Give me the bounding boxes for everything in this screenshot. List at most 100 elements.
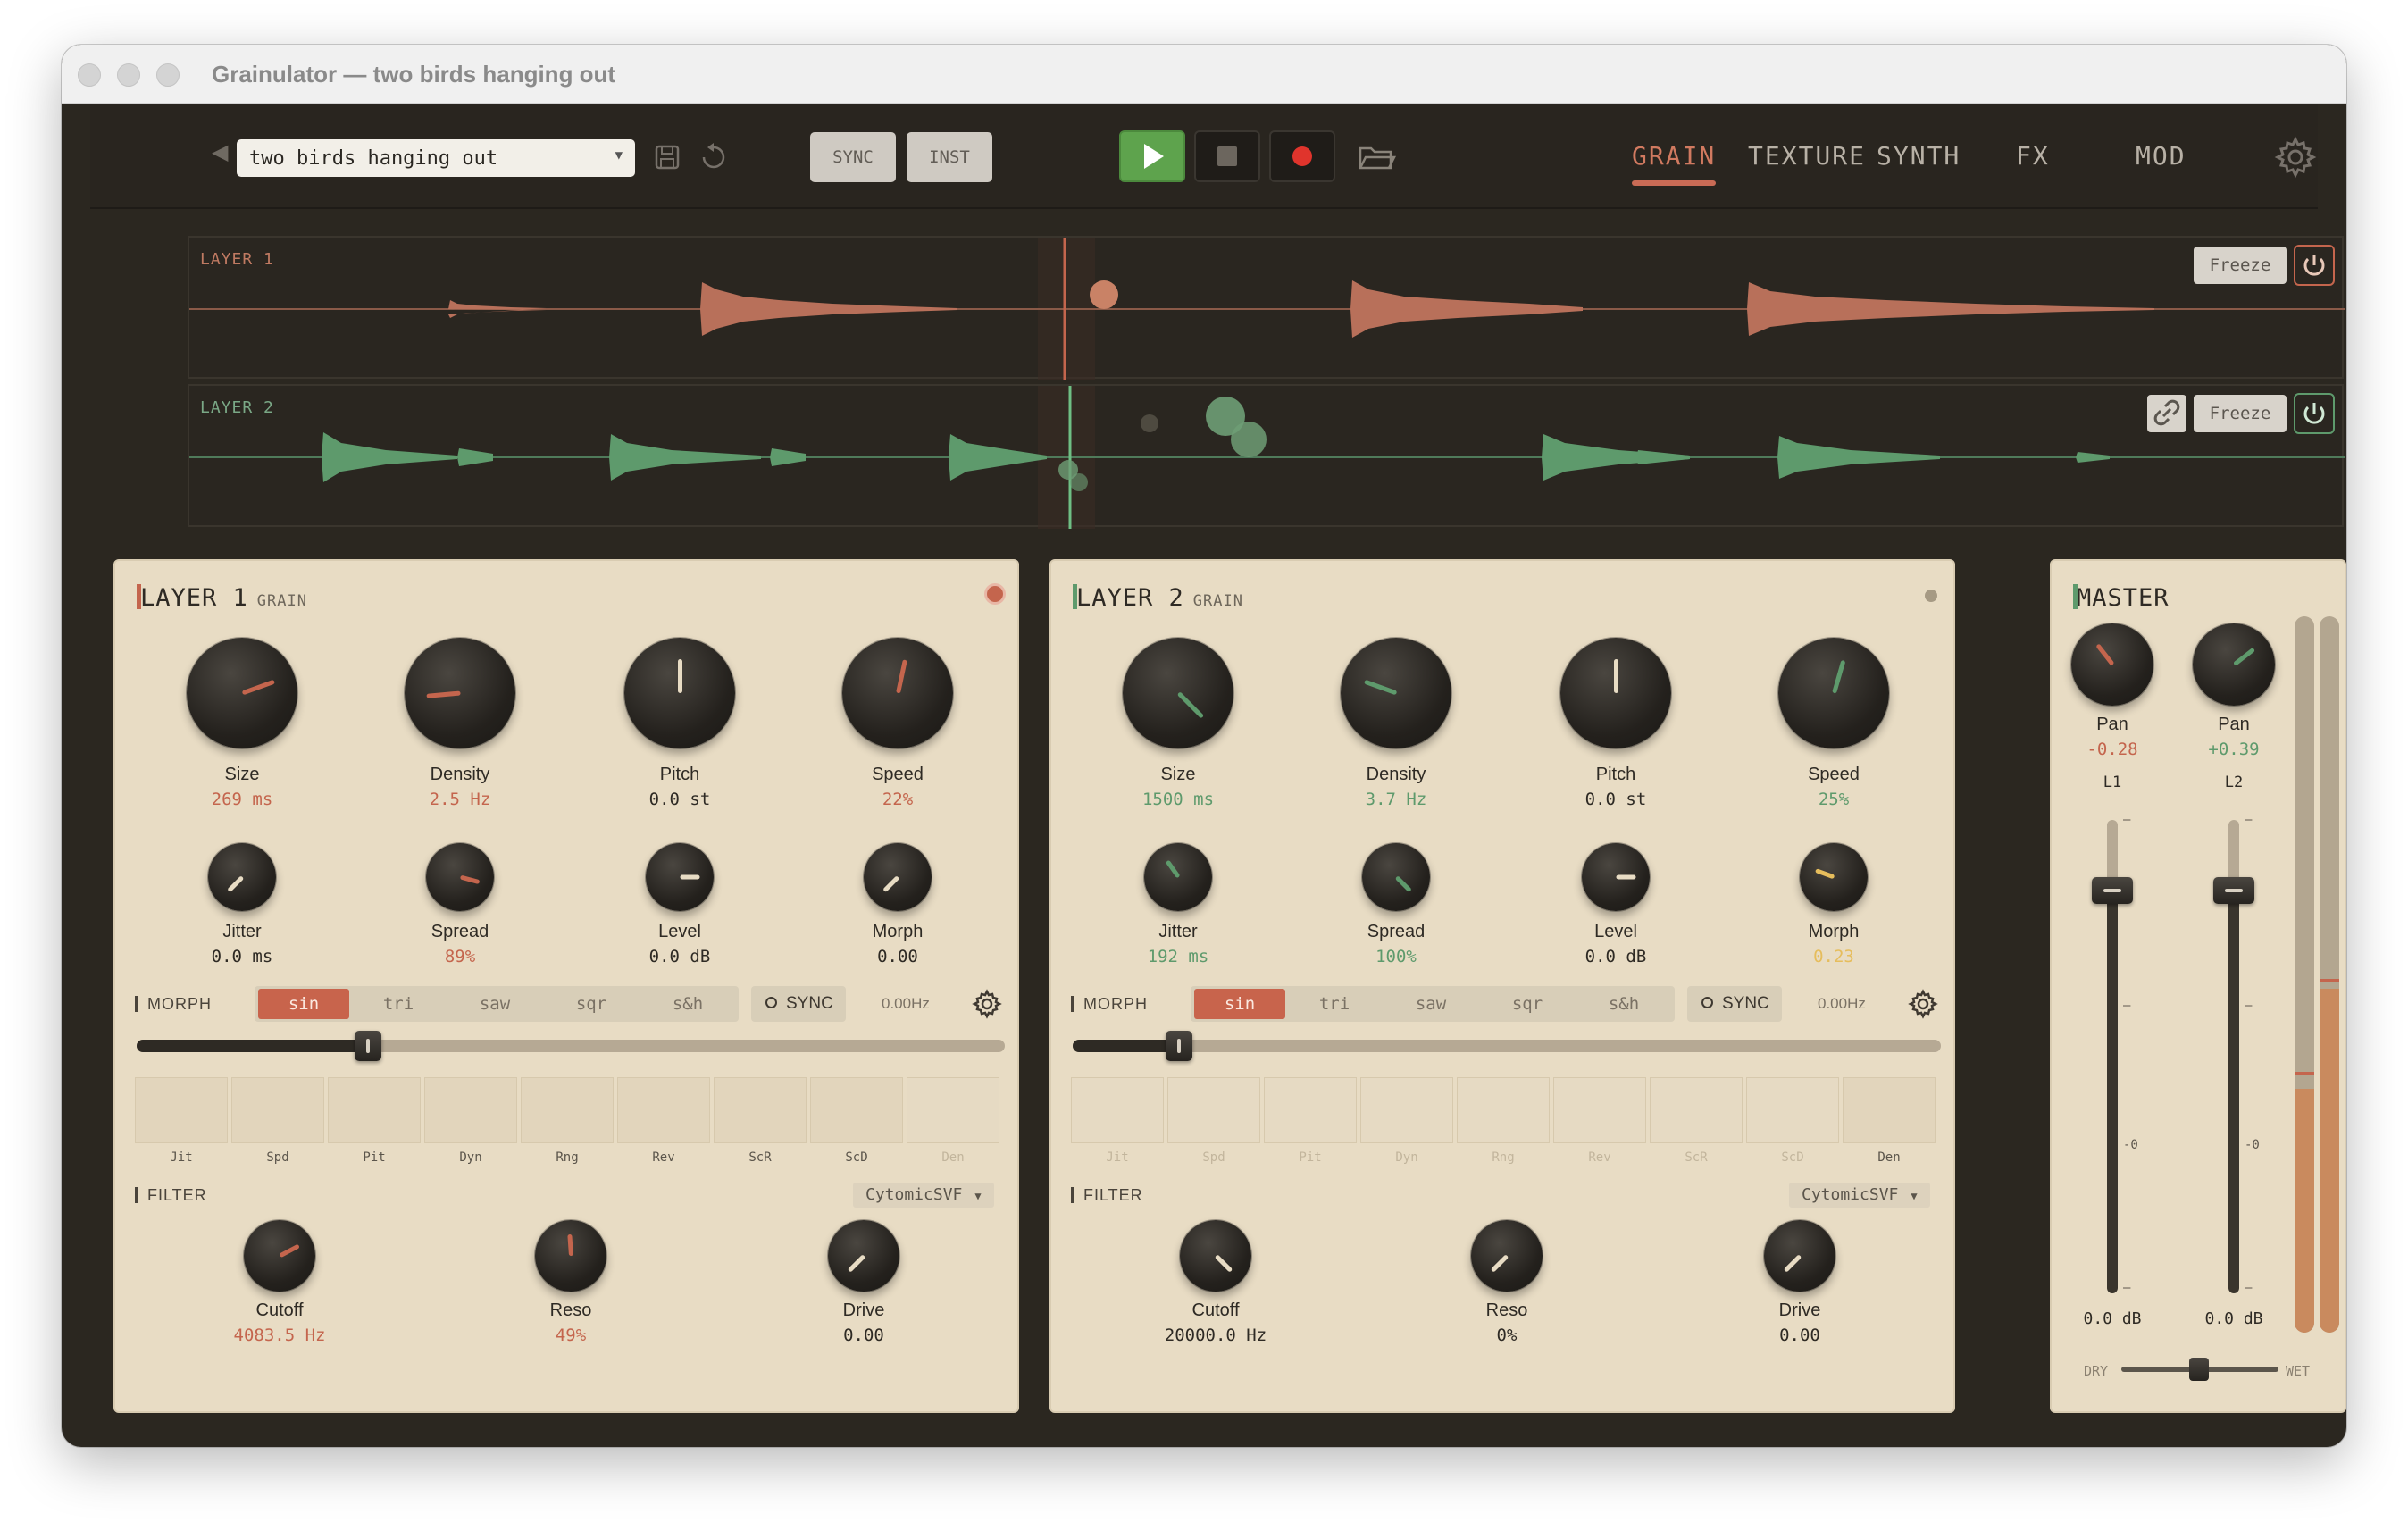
tab-mod[interactable]: MOD <box>2136 141 2186 171</box>
open-folder-icon[interactable] <box>1355 138 1398 177</box>
mod-label: Spd <box>1202 1150 1225 1165</box>
layer2-wave-saw[interactable]: saw <box>1385 989 1476 1019</box>
zoom-window-button[interactable] <box>156 63 180 87</box>
layer2-filter-type-dropdown[interactable]: CytomicSVF ▼ <box>1789 1183 1930 1208</box>
tab-fx[interactable]: FX <box>2016 141 2050 171</box>
layer2-wave-sin[interactable]: sin <box>1194 989 1285 1019</box>
previous-preset-icon[interactable]: ◀ <box>212 139 228 165</box>
layer2-mod-cell[interactable] <box>1360 1077 1453 1143</box>
layer2-waveform[interactable]: LAYER 2 Freeze <box>188 384 2345 529</box>
layer2-mod-cell[interactable] <box>1843 1077 1936 1143</box>
play-button[interactable] <box>1119 130 1185 182</box>
layer1-waveform[interactable]: LAYER 1 Freeze <box>188 236 2345 380</box>
layer2-morph-slider-track[interactable] <box>1073 1040 1941 1052</box>
layer1-drive-knob[interactable] <box>828 1220 899 1292</box>
layer2-mod-cell[interactable] <box>1746 1077 1839 1143</box>
tab-grain[interactable]: GRAIN <box>1632 141 1716 171</box>
layer2-mod-cell[interactable] <box>1264 1077 1357 1143</box>
master-pan-l2-knob[interactable] <box>2193 623 2275 706</box>
layer1-morph-sync-toggle[interactable]: SYNC <box>751 986 846 1022</box>
layer2-drive-knob[interactable] <box>1764 1220 1835 1292</box>
layer1-wave-sqr[interactable]: sqr <box>546 989 637 1019</box>
layer1-morph-slider-thumb[interactable] <box>355 1031 381 1061</box>
master-pan-l1-knob[interactable] <box>2071 623 2153 706</box>
layer1-reso-value: 49% <box>555 1325 587 1345</box>
sync-button[interactable]: SYNC <box>810 132 896 182</box>
layer1-size-knob[interactable] <box>187 638 297 748</box>
layer2-wave-sh[interactable]: s&h <box>1578 989 1669 1019</box>
layer1-wave-sin[interactable]: sin <box>258 989 349 1019</box>
layer1-pitch-value: 0.0 st <box>648 790 711 809</box>
mod-label: Jit <box>170 1150 193 1165</box>
layer1-mod-cell[interactable] <box>521 1077 614 1143</box>
layer2-size-knob[interactable] <box>1123 638 1233 748</box>
save-icon[interactable] <box>649 138 685 177</box>
layer1-morph-knob[interactable] <box>864 843 932 911</box>
layer1-mod-cell[interactable] <box>907 1077 999 1143</box>
layer1-wave-sh[interactable]: s&h <box>642 989 733 1019</box>
layer1-cutoff-knob[interactable] <box>244 1220 315 1292</box>
layer2-pitch-knob[interactable] <box>1560 638 1671 748</box>
layer2-morph-knob[interactable] <box>1800 843 1868 911</box>
layer1-mod-cell[interactable] <box>424 1077 517 1143</box>
layer1-freeze-button[interactable]: Freeze <box>2194 247 2287 284</box>
layer2-mod-cell[interactable] <box>1167 1077 1260 1143</box>
layer1-reso-knob[interactable] <box>535 1220 606 1292</box>
tab-texture[interactable]: TEXTURE <box>1748 141 1866 171</box>
layer1-mod-cell[interactable] <box>810 1077 903 1143</box>
layer2-mod-cell[interactable] <box>1071 1077 1164 1143</box>
layer1-speed-knob[interactable] <box>842 638 953 748</box>
master-dry-wet-thumb[interactable] <box>2189 1358 2209 1381</box>
layer2-morph-sync-toggle[interactable]: SYNC <box>1687 986 1782 1022</box>
layer2-power-button[interactable] <box>2294 393 2335 434</box>
layer1-pitch-knob[interactable] <box>624 638 735 748</box>
layer2-density-knob[interactable] <box>1341 638 1451 748</box>
layer2-freeze-button[interactable]: Freeze <box>2194 395 2287 432</box>
record-button[interactable] <box>1269 130 1335 182</box>
layer2-panel: LAYER 2 GRAIN Size 1500 ms Density 3.7 Hz… <box>1049 559 1955 1413</box>
revert-icon[interactable] <box>696 138 732 177</box>
layer2-wave-tri[interactable]: tri <box>1289 989 1380 1019</box>
layer1-spread-knob[interactable] <box>426 843 494 911</box>
mod-label: Rev <box>1588 1150 1611 1165</box>
layer1-mod-cell[interactable] <box>231 1077 324 1143</box>
master-fader-l1-thumb[interactable] <box>2092 877 2133 904</box>
layer1-morph-settings-gear-icon[interactable] <box>971 988 1003 1020</box>
layer1-mod-cell[interactable] <box>328 1077 421 1143</box>
layer2-speed-knob[interactable] <box>1778 638 1889 748</box>
layer1-mod-cell[interactable] <box>617 1077 710 1143</box>
tab-synth[interactable]: SYNTH <box>1877 141 1961 171</box>
layer2-spread-knob[interactable] <box>1362 843 1430 911</box>
layer2-mod-cell[interactable] <box>1650 1077 1743 1143</box>
layer2-mod-cell[interactable] <box>1457 1077 1550 1143</box>
layer1-morph-section-label: MORPH <box>135 995 212 1014</box>
layer2-cutoff-knob[interactable] <box>1180 1220 1251 1292</box>
layer1-jitter-knob[interactable] <box>208 843 276 911</box>
layer1-power-button[interactable] <box>2294 245 2335 286</box>
layer2-morph-slider-thumb[interactable] <box>1166 1031 1192 1061</box>
close-window-button[interactable] <box>78 63 101 87</box>
preset-selector[interactable]: two birds hanging out ▼ <box>237 139 635 177</box>
layer1-level-knob[interactable] <box>646 843 714 911</box>
settings-gear-icon[interactable] <box>2272 134 2319 180</box>
layer2-mod-cell[interactable] <box>1553 1077 1646 1143</box>
master-fader-l2-thumb[interactable] <box>2213 877 2254 904</box>
layer2-morph-settings-gear-icon[interactable] <box>1907 988 1939 1020</box>
layer2-density-value: 3.7 Hz <box>1365 790 1427 809</box>
minimize-window-button[interactable] <box>117 63 140 87</box>
layer2-jitter-knob[interactable] <box>1144 843 1212 911</box>
layer2-reso-knob[interactable] <box>1471 1220 1543 1292</box>
layer1-filter-type-dropdown[interactable]: CytomicSVF ▼ <box>853 1183 994 1208</box>
layer1-mod-cell[interactable] <box>135 1077 228 1143</box>
layer2-wave-sqr[interactable]: sqr <box>1482 989 1573 1019</box>
layer2-speed-value: 25% <box>1818 790 1850 809</box>
link-layers-button[interactable] <box>2147 395 2186 432</box>
layer1-mod-cell[interactable] <box>714 1077 807 1143</box>
inst-button[interactable]: INST <box>907 132 992 182</box>
layer2-level-knob[interactable] <box>1582 843 1650 911</box>
layer1-density-knob[interactable] <box>405 638 515 748</box>
stop-button[interactable] <box>1194 130 1260 182</box>
layer1-wave-saw[interactable]: saw <box>449 989 540 1019</box>
layer1-wave-tri[interactable]: tri <box>353 989 444 1019</box>
fader-tick: – <box>2123 1281 2131 1295</box>
